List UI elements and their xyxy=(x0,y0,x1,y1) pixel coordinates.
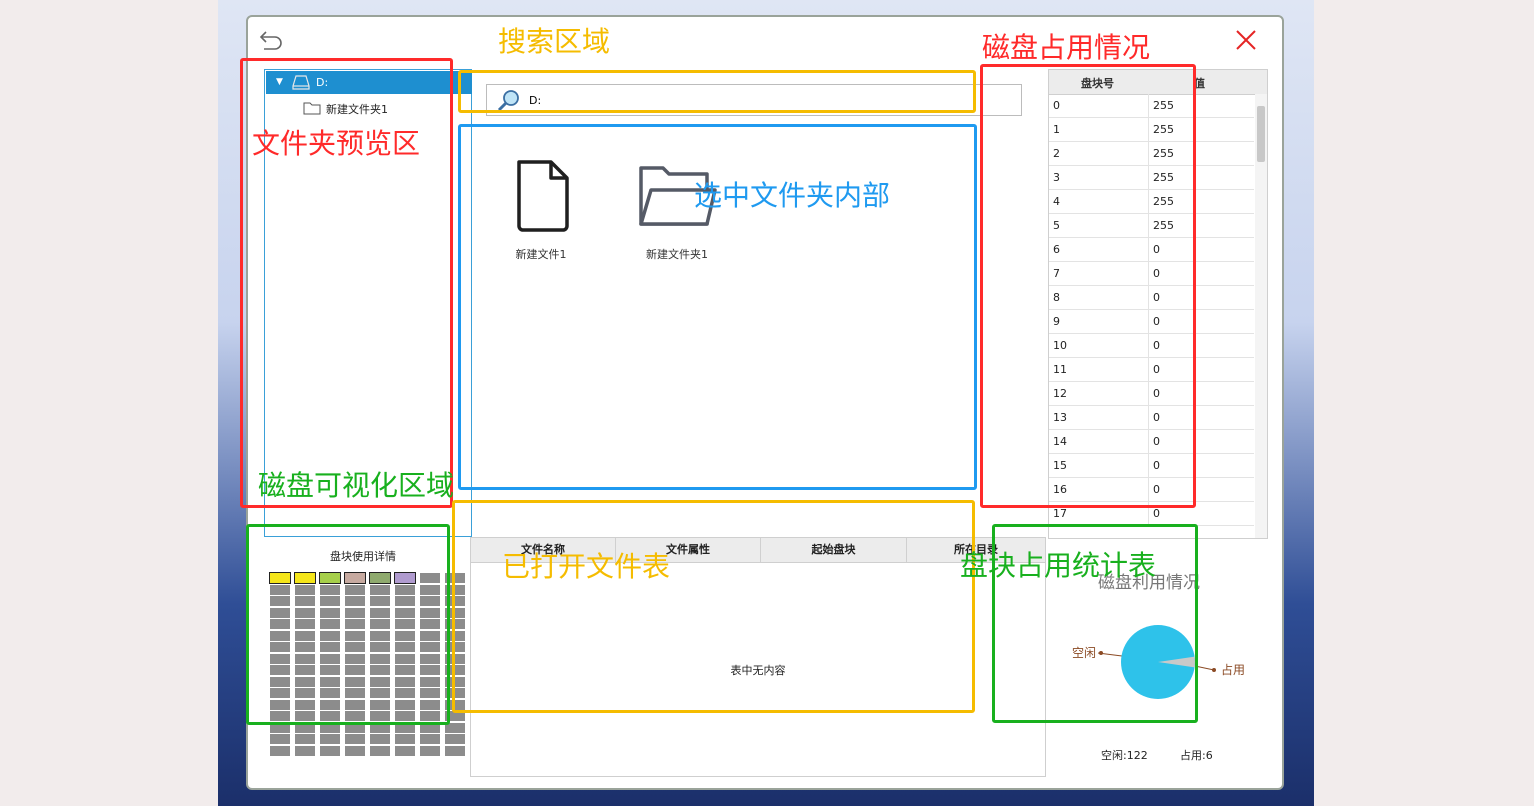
annotation-disk-visual-box xyxy=(246,524,450,725)
block-value-cell: 0 xyxy=(1153,507,1160,520)
annotation-search-label: 搜索区域 xyxy=(498,25,611,58)
disk-block-free xyxy=(270,745,290,756)
disk-block-free xyxy=(395,745,415,756)
disk-block-free xyxy=(420,745,440,756)
annotation-disk-visual-label: 磁盘可视化区域 xyxy=(258,469,455,502)
annotation-search-box xyxy=(458,70,976,113)
disk-block-free xyxy=(445,745,465,756)
disk-block-free xyxy=(270,734,290,744)
back-arrow-icon xyxy=(259,31,282,50)
block-number-cell: 17 xyxy=(1053,507,1067,520)
free-count-stat: 空闲:122 xyxy=(1101,749,1148,762)
back-button[interactable] xyxy=(258,28,286,52)
annotation-opened-files-box xyxy=(452,500,975,713)
annotation-folder-contents-label: 选中文件夹内部 xyxy=(694,179,891,212)
disk-block-free xyxy=(370,745,390,756)
disk-block-free xyxy=(345,734,365,744)
disk-block-free xyxy=(420,734,440,744)
annotation-disk-occupancy-box xyxy=(980,64,1196,508)
scrollbar-thumb[interactable] xyxy=(1257,106,1265,162)
disk-block-free xyxy=(395,734,415,744)
annotation-opened-files-label: 已打开文件表 xyxy=(502,550,671,583)
disk-block-free xyxy=(320,734,340,744)
disk-block-free xyxy=(295,745,315,756)
used-count-stat: 占用:6 xyxy=(1180,749,1213,762)
vertical-scrollbar[interactable] xyxy=(1255,94,1267,538)
disk-block-free xyxy=(445,734,465,744)
annotation-folder-preview-box xyxy=(240,58,453,508)
disk-block-free xyxy=(295,734,315,744)
disk-block-free xyxy=(370,734,390,744)
pie-used-label: 占用 xyxy=(1221,662,1245,677)
annotation-disk-occupancy-label: 磁盘占用情况 xyxy=(982,31,1151,64)
close-icon xyxy=(1236,30,1256,50)
disk-block-free xyxy=(320,745,340,756)
disk-block-free xyxy=(345,745,365,756)
annotation-folder-preview-label: 文件夹预览区 xyxy=(252,127,421,160)
annotation-block-stats-label: 盘块占用统计表 xyxy=(960,549,1157,582)
close-button[interactable] xyxy=(1233,27,1259,53)
